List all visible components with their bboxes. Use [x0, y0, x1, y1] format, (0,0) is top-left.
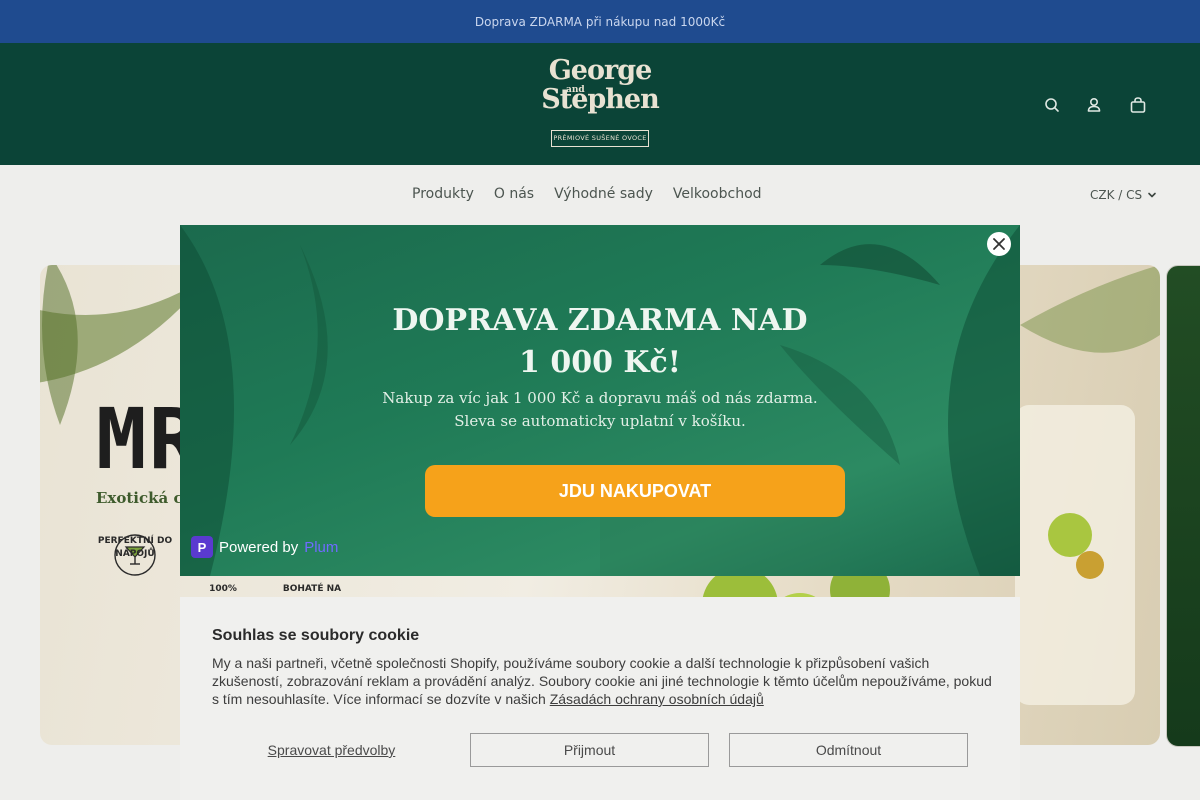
main-navigation: Produkty O nás Výhodné sady Velkoobchod … — [0, 165, 1200, 226]
cookie-consent-banner: Souhlas se soubory cookie My a naši part… — [180, 597, 1020, 800]
cart-icon[interactable] — [1128, 95, 1148, 115]
accept-button[interactable]: Přijmout — [470, 733, 709, 767]
popup-title-line-2: 1 000 Kč! — [519, 345, 681, 380]
cookie-title: Souhlas se soubory cookie — [212, 627, 420, 644]
powered-by-plum[interactable]: P Powered by Plum — [191, 536, 338, 558]
chevron-down-icon — [1148, 192, 1156, 198]
popup-title: DOPRAVA ZDARMA NAD 1 000 Kč! — [180, 300, 1020, 384]
free-shipping-popup: DOPRAVA ZDARMA NAD 1 000 Kč! Nakup za ví… — [180, 225, 1020, 576]
decline-button[interactable]: Odmítnout — [729, 733, 968, 767]
feature-bohate: BOHATÉ NA — [282, 584, 342, 594]
feature-100: 100% — [209, 584, 237, 594]
currency-selector[interactable]: CZK / CS — [1090, 188, 1158, 202]
popup-message-line-1: Nakup za víc jak 1 000 Kč a dopravu máš … — [382, 389, 818, 407]
manage-preferences-button[interactable]: Spravovat předvolby — [212, 733, 451, 767]
close-icon[interactable] — [987, 232, 1011, 256]
popup-message: Nakup za víc jak 1 000 Kč a dopravu máš … — [180, 387, 1020, 433]
logo-line-1: George — [548, 55, 653, 86]
shop-now-button[interactable]: JDU NAKUPOVAT — [425, 465, 845, 517]
nav-items: Produkty O nás Výhodné sady Velkoobchod — [412, 186, 762, 202]
nav-item-vyhodne-sady[interactable]: Výhodné sady — [554, 186, 653, 202]
privacy-policy-link[interactable]: Zásadách ochrany osobních údajů — [550, 691, 764, 707]
nav-item-o-nas[interactable]: O nás — [494, 186, 534, 202]
popup-message-line-2: Sleva se automaticky uplatní v košíku. — [454, 412, 746, 430]
feature-perfektni: PERFEKTNÍ DO NÁPOJŮ — [97, 536, 173, 559]
announcement-bar: Doprava ZDARMA při nákupu nad 1000Kč — [0, 0, 1200, 43]
george-and-stephen-logo[interactable]: George and Stephen PRÉMIOVÉ SUŠENÉ OVOCE — [530, 55, 670, 151]
logo-line-2: Stephen — [541, 84, 659, 115]
nav-item-produkty[interactable]: Produkty — [412, 186, 474, 202]
plum-logo-icon: P — [191, 536, 213, 558]
popup-title-line-1: DOPRAVA ZDARMA NAD — [392, 303, 808, 338]
plum-name: Plum — [304, 538, 339, 556]
cookie-text: My a naši partneři, včetně společnosti S… — [212, 654, 1002, 708]
currency-label: CZK / CS — [1090, 188, 1143, 202]
nav-item-velkoobchod[interactable]: Velkoobchod — [673, 186, 762, 202]
next-slide-preview[interactable] — [1166, 265, 1200, 747]
announcement-text: Doprava ZDARMA při nákupu nad 1000Kč — [474, 14, 726, 29]
search-icon[interactable] — [1042, 95, 1062, 115]
site-header: George and Stephen PRÉMIOVÉ SUŠENÉ OVOCE — [0, 43, 1200, 165]
account-icon[interactable] — [1084, 95, 1104, 115]
powered-by-label: Powered by — [219, 538, 299, 556]
logo-tagline: PRÉMIOVÉ SUŠENÉ OVOCE — [551, 130, 649, 147]
